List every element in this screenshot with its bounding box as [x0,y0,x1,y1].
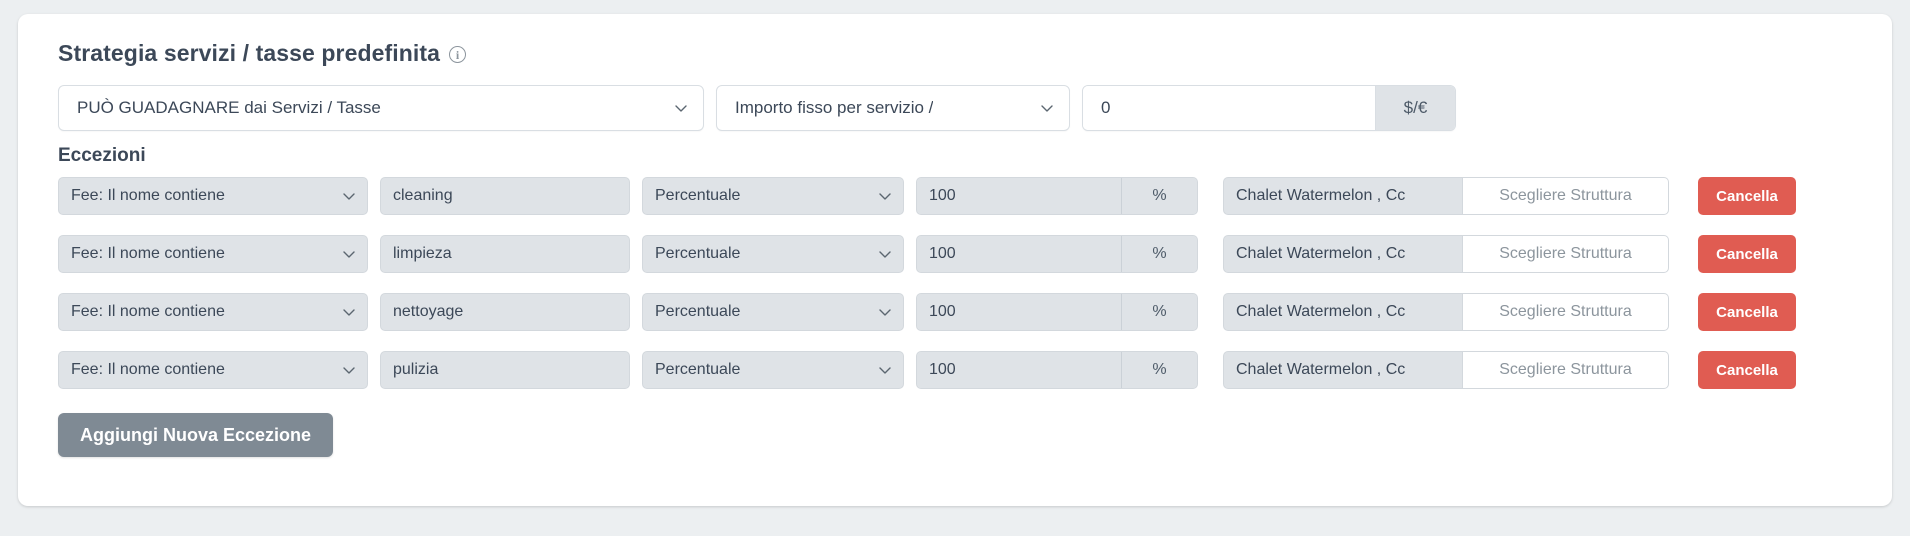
table-row: Fee: Il nome contiene Percentuale [58,235,1864,273]
exception-condition-select[interactable]: Fee: Il nome contiene [58,177,368,215]
chevron-down-icon [877,362,893,378]
amount-type-select[interactable]: Importo fisso per servizio / [716,85,1070,131]
exception-value-input[interactable] [917,236,1121,272]
exception-type-select[interactable]: Percentuale [642,351,904,389]
exception-value-group: % [916,235,1198,273]
exception-keyword-input[interactable] [393,361,617,379]
chevron-down-icon [341,188,357,204]
amount-input[interactable] [1083,86,1375,130]
exception-value-group: % [916,177,1198,215]
page-title: Strategia servizi / tasse predefinita [58,40,440,67]
chevron-down-icon [877,304,893,320]
exception-condition-select[interactable]: Fee: Il nome contiene [58,351,368,389]
exception-keyword-input[interactable] [393,245,617,263]
default-strategy-row: PUÒ GUADAGNARE dai Servizi / Tasse Impor… [58,85,1864,131]
exception-unit-suffix: % [1121,352,1197,388]
exceptions-list: Fee: Il nome contiene Percentuale [58,177,1864,389]
exception-type-value: Percentuale [655,245,740,263]
chevron-down-icon [877,188,893,204]
earning-strategy-select[interactable]: PUÒ GUADAGNARE dai Servizi / Tasse [58,85,704,131]
exception-type-select[interactable]: Percentuale [642,293,904,331]
exception-condition-value: Fee: Il nome contiene [71,303,225,321]
exception-condition-select[interactable]: Fee: Il nome contiene [58,293,368,331]
choose-property-button[interactable]: Scegliere Struttura [1463,177,1669,215]
earning-strategy-value: PUÒ GUADAGNARE dai Servizi / Tasse [77,98,381,118]
exception-value-input[interactable] [917,294,1121,330]
exception-type-select[interactable]: Percentuale [642,177,904,215]
delete-exception-button[interactable]: Cancella [1698,235,1796,273]
info-circle-icon[interactable]: i [449,46,466,63]
exception-unit-suffix: % [1121,178,1197,214]
exception-property-value: Chalet Watermelon , Cc [1223,235,1463,273]
choose-property-button[interactable]: Scegliere Struttura [1463,293,1669,331]
add-new-exception-button[interactable]: Aggiungi Nuova Eccezione [58,413,333,457]
exception-keyword-input[interactable] [393,187,617,205]
exception-keyword-field [380,293,630,331]
exception-property-value: Chalet Watermelon , Cc [1223,293,1463,331]
table-row: Fee: Il nome contiene Percentuale [58,177,1864,215]
chevron-down-icon [673,100,689,116]
exceptions-label: Eccezioni [58,145,1864,167]
exception-type-value: Percentuale [655,187,740,205]
page-title-row: Strategia servizi / tasse predefinita i [58,40,1864,67]
exception-property-value: Chalet Watermelon , Cc [1223,177,1463,215]
exception-keyword-field [380,177,630,215]
exception-value-input[interactable] [917,352,1121,388]
exception-unit-suffix: % [1121,236,1197,272]
delete-exception-button[interactable]: Cancella [1698,351,1796,389]
choose-property-button[interactable]: Scegliere Struttura [1463,235,1669,273]
amount-input-group: $/€ [1082,85,1456,131]
exception-property-group: Chalet Watermelon , Cc Scegliere Struttu… [1223,235,1669,273]
exception-condition-select[interactable]: Fee: Il nome contiene [58,235,368,273]
choose-property-button[interactable]: Scegliere Struttura [1463,351,1669,389]
exception-condition-value: Fee: Il nome contiene [71,245,225,263]
exception-condition-value: Fee: Il nome contiene [71,187,225,205]
chevron-down-icon [877,246,893,262]
chevron-down-icon [341,304,357,320]
delete-exception-button[interactable]: Cancella [1698,177,1796,215]
exception-value-group: % [916,351,1198,389]
page-background: Strategia servizi / tasse predefinita i … [0,0,1910,536]
amount-type-value: Importo fisso per servizio / [735,98,933,118]
exception-unit-suffix: % [1121,294,1197,330]
exception-property-group: Chalet Watermelon , Cc Scegliere Struttu… [1223,177,1669,215]
table-row: Fee: Il nome contiene Percentuale [58,293,1864,331]
exception-value-group: % [916,293,1198,331]
chevron-down-icon [1039,100,1055,116]
exception-property-value: Chalet Watermelon , Cc [1223,351,1463,389]
delete-exception-button[interactable]: Cancella [1698,293,1796,331]
exception-keyword-field [380,351,630,389]
exception-value-input[interactable] [917,178,1121,214]
settings-card: Strategia servizi / tasse predefinita i … [18,14,1892,506]
exception-type-select[interactable]: Percentuale [642,235,904,273]
exception-condition-value: Fee: Il nome contiene [71,361,225,379]
exception-keyword-input[interactable] [393,303,617,321]
amount-currency-suffix: $/€ [1375,86,1455,130]
chevron-down-icon [341,246,357,262]
exception-type-value: Percentuale [655,361,740,379]
exception-type-value: Percentuale [655,303,740,321]
exception-property-group: Chalet Watermelon , Cc Scegliere Struttu… [1223,351,1669,389]
exception-keyword-field [380,235,630,273]
chevron-down-icon [341,362,357,378]
table-row: Fee: Il nome contiene Percentuale [58,351,1864,389]
exception-property-group: Chalet Watermelon , Cc Scegliere Struttu… [1223,293,1669,331]
